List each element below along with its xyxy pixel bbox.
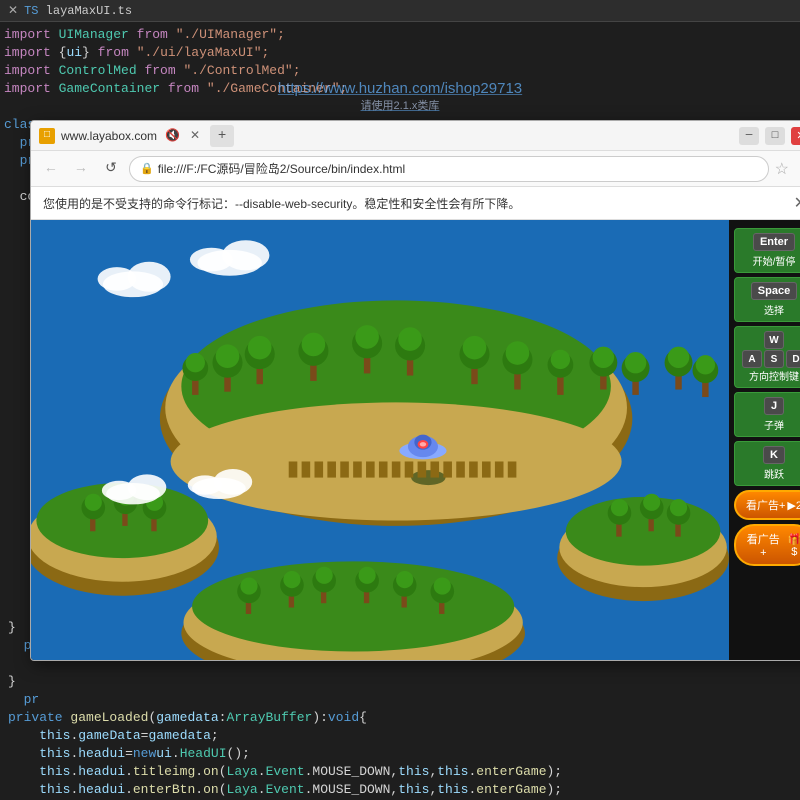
back-button[interactable]: ← xyxy=(39,157,63,181)
ad-button-2[interactable]: 看广告+ 🎁$ xyxy=(734,524,800,566)
wasd-group: W A S D xyxy=(743,331,800,368)
j-key-label: J xyxy=(764,397,784,415)
lock-icon: 🔒 xyxy=(140,162,154,175)
j-key-block: J 子弹 xyxy=(734,392,800,437)
editor: ✕ TS layaMaxUI.ts import UIManager from … xyxy=(0,0,800,800)
bookmark-star-icon[interactable]: ☆ xyxy=(775,159,789,179)
address-bar[interactable]: 🔒 file:///F:/FC源码/冒险岛2/Source/bin/index.… xyxy=(129,156,769,182)
space-key-label: Space xyxy=(751,282,797,300)
refresh-button[interactable]: ↺ xyxy=(99,157,123,181)
bottom-code-line-5: pr xyxy=(4,690,796,708)
new-tab-button[interactable]: + xyxy=(210,125,234,147)
game-map-svg xyxy=(31,220,729,660)
browser-titlebar: □ www.layabox.com 🔇 ✕ + ─ □ ✕ xyxy=(31,121,800,151)
address-bar-row: ← → ↺ 🔒 file:///F:/FC源码/冒险岛2/Source/bin/… xyxy=(31,151,800,187)
browser-tab-title: www.layabox.com xyxy=(61,129,157,143)
d-key: D xyxy=(786,350,800,368)
space-key-desc: 选择 xyxy=(743,302,800,317)
close-button[interactable]: ✕ xyxy=(791,127,800,145)
ad-btn-1-icon: ▶2 xyxy=(787,499,800,512)
wasd-key-desc: 方向控制键 xyxy=(743,368,800,383)
enter-key-block: Enter 开始/暂停 xyxy=(734,228,800,273)
bottom-code-line-enterbtn: this.headui.enterBtn.on(Laya.Event.MOUSE… xyxy=(4,780,796,798)
ad-btn-2-text: 看广告+ xyxy=(744,531,783,559)
game-sidebar: Enter 开始/暂停 Space 选择 W A S xyxy=(729,220,800,660)
ad-btn-1-text: 看广告+ xyxy=(746,497,785,513)
k-key-desc: 跳跃 xyxy=(743,466,800,481)
bottom-code-line-headui: this.headui = new ui.HeadUI(); xyxy=(4,744,796,762)
a-key: A xyxy=(742,350,762,368)
space-key-block: Space 选择 xyxy=(734,277,800,322)
wasd-top-row: W xyxy=(764,331,784,349)
browser-tab-close-btn[interactable]: ✕ xyxy=(190,128,200,143)
game-content: Enter 开始/暂停 Space 选择 W A S xyxy=(31,220,800,660)
enter-key-label: Enter xyxy=(753,233,795,251)
browser-menu-icon[interactable]: ⋮ xyxy=(795,159,800,179)
browser-window: □ www.layabox.com 🔇 ✕ + ─ □ ✕ ← → ↺ 🔒 fi… xyxy=(30,120,800,661)
bottom-code-line-gamedata: this.gameData = gamedata; xyxy=(4,726,796,744)
bottom-code-line-4: } xyxy=(4,672,796,690)
security-warning-text: 您使用的是不受支持的命令行标记：--disable-web-security。稳… xyxy=(43,195,520,212)
security-warning-close-btn[interactable]: ✕ xyxy=(794,193,800,213)
k-key-label: K xyxy=(763,446,785,464)
j-key-desc: 子弹 xyxy=(743,417,800,432)
code-line-4: import GameContainer from "./GameContain… xyxy=(0,80,800,98)
ts-badge: TS xyxy=(24,4,38,18)
wasd-key-block: W A S D 方向控制键 xyxy=(734,326,800,388)
url-text: file:///F:/FC源码/冒险岛2/Source/bin/index.ht… xyxy=(158,160,405,177)
code-line-2: import { ui } from "./ui/layaMaxUI"; xyxy=(0,44,800,62)
maximize-button[interactable]: □ xyxy=(765,127,785,145)
security-warning-bar: 您使用的是不受支持的命令行标记：--disable-web-security。稳… xyxy=(31,187,800,220)
wasd-mid-row: A S D xyxy=(742,350,800,368)
enter-key-desc: 开始/暂停 xyxy=(743,253,800,268)
s-key: S xyxy=(764,350,784,368)
browser-favicon: □ xyxy=(39,128,55,144)
forward-button[interactable]: → xyxy=(69,157,93,181)
minimize-button[interactable]: ─ xyxy=(739,127,759,145)
k-key-block: K 跳跃 xyxy=(734,441,800,486)
browser-mute-icon[interactable]: 🔇 xyxy=(165,128,180,143)
tab-bar: ✕ TS layaMaxUI.ts xyxy=(0,0,800,22)
code-line-3: import ControlMed from "./ControlMed"; xyxy=(0,62,800,80)
bottom-code-line-gameloaded: private gameLoaded(gamedata: ArrayBuffer… xyxy=(4,708,796,726)
w-key: W xyxy=(764,331,784,349)
ad-button-1[interactable]: 看广告+ ▶2 xyxy=(734,490,800,520)
code-line-5 xyxy=(0,98,800,116)
ad-btn-2-icon: 🎁$ xyxy=(785,533,800,558)
tab-close-icon[interactable]: ✕ xyxy=(8,3,18,18)
game-canvas xyxy=(31,220,729,660)
tab-label: TS layaMaxUI.ts xyxy=(24,4,132,18)
bottom-code-line-titleimg: this.headui.titleimg.on(Laya.Event.MOUSE… xyxy=(4,762,796,780)
code-line-1: import UIManager from "./UIManager"; xyxy=(0,26,800,44)
browser-win-controls: ─ □ ✕ xyxy=(739,127,800,145)
